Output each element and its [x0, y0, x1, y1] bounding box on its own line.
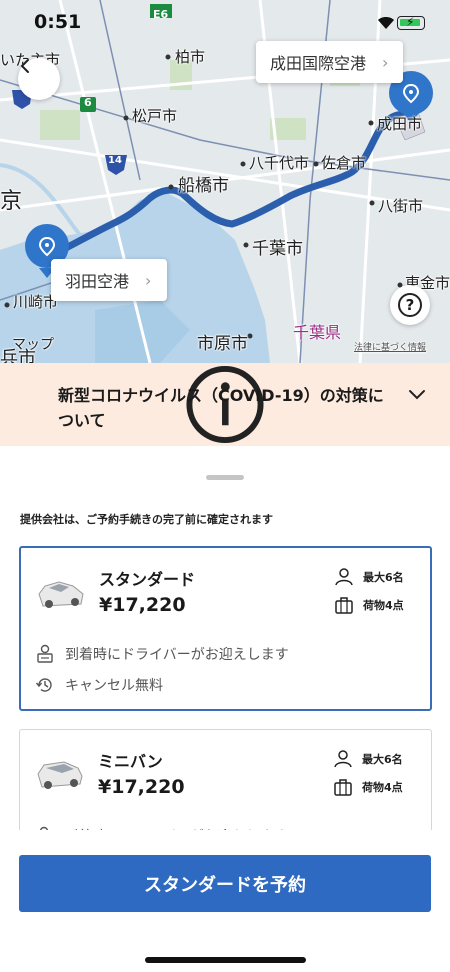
map-label-funabashi: 船橋市: [178, 176, 229, 196]
sedan-car-icon: [38, 581, 84, 608]
history-icon: [35, 678, 52, 692]
sheet-drag-handle[interactable]: [206, 475, 244, 480]
map-label-chiba-city: 千葉市: [252, 239, 303, 259]
chevron-left-icon: [20, 59, 29, 73]
status-bar: 0:51 ⚡: [0, 0, 450, 40]
origin-callout[interactable]: 羽田空港 ›: [51, 259, 167, 301]
chevron-right-icon: ›: [145, 270, 152, 290]
passenger-capacity: 最大6名: [335, 568, 404, 586]
home-indicator[interactable]: [145, 957, 306, 963]
battery-icon: ⚡: [397, 15, 425, 30]
free-cancellation-label: キャンセル無料: [65, 678, 163, 694]
luggage-capacity: 荷物4点: [334, 778, 403, 796]
map-label-kashiwa: 柏市: [175, 48, 206, 66]
vehicle-name: スタンダード: [99, 570, 196, 589]
person-icon: [334, 750, 352, 768]
map-label-matsudo: 松戸市: [132, 107, 178, 125]
back-button[interactable]: [18, 58, 60, 100]
map-label-partial-city: 兵市: [0, 348, 36, 363]
vehicle-name: ミニバン: [98, 752, 163, 771]
map-label-yachimata: 八街市: [378, 197, 424, 215]
book-standard-button[interactable]: スタンダードを予約: [19, 855, 431, 912]
vehicle-price: ¥17,220: [99, 594, 186, 616]
luggage-capacity-label: 荷物4点: [362, 781, 403, 794]
vehicle-option-standard[interactable]: スタンダード ¥17,220 最大6名 荷物4点 到着時にドライバーがお迎えしま…: [19, 546, 432, 711]
luggage-icon: [335, 597, 353, 614]
road-shield-14: 14: [108, 155, 122, 166]
free-cancellation-feature: キャンセル無料: [35, 675, 163, 695]
route-map[interactable]: いた主市 E6 6 14 柏市 松戸市 八千代市 佐倉市 成田市 船橋市 京 八…: [0, 0, 450, 363]
meet-greet-label: 到着時にドライバーがお迎えします: [65, 647, 289, 663]
map-label-yachiyo: 八千代市: [249, 154, 310, 172]
luggage-capacity: 荷物4点: [335, 596, 404, 614]
passenger-capacity-label: 最大6名: [363, 571, 404, 584]
chevron-down-icon[interactable]: [408, 389, 426, 401]
minivan-icon: [37, 761, 83, 789]
luggage-icon: [334, 779, 352, 796]
map-label-chiba-pref: 千葉県: [293, 323, 342, 342]
luggage-capacity-label: 荷物4点: [363, 599, 404, 612]
passenger-capacity: 最大6名: [334, 750, 403, 768]
person-icon: [335, 568, 353, 586]
map-label-sakura: 佐倉市: [321, 154, 367, 172]
destination-callout-label: 成田国際空港: [270, 54, 367, 73]
legal-info-link[interactable]: 法律に基づく情報: [354, 340, 426, 353]
sheet-footer-mask: [0, 830, 450, 855]
provider-note: 提供会社は、ご予約手続きの完了前に確定されます: [20, 513, 273, 526]
covid-notice-text: 新型コロナウイルス（COVID-19）の対策について: [58, 386, 384, 430]
map-label-narita: 成田市: [377, 115, 423, 133]
map-label-tokyo: 京: [0, 189, 23, 214]
wifi-icon: [378, 17, 394, 29]
destination-callout[interactable]: 成田国際空港 ›: [256, 41, 403, 83]
chevron-right-icon: ›: [382, 52, 389, 72]
help-button[interactable]: ?: [390, 285, 430, 325]
driver-sign-icon: [37, 644, 53, 663]
passenger-capacity-label: 最大6名: [362, 753, 403, 766]
question-icon: ?: [398, 293, 422, 317]
status-time: 0:51: [34, 11, 82, 33]
map-label-ichihara: 市原市: [197, 334, 248, 354]
meet-greet-feature: 到着時にドライバーがお迎えします: [35, 644, 289, 664]
vehicle-price: ¥17,220: [98, 776, 185, 798]
origin-callout-label: 羽田空港: [65, 272, 130, 291]
road-shield-6: 6: [84, 96, 92, 109]
